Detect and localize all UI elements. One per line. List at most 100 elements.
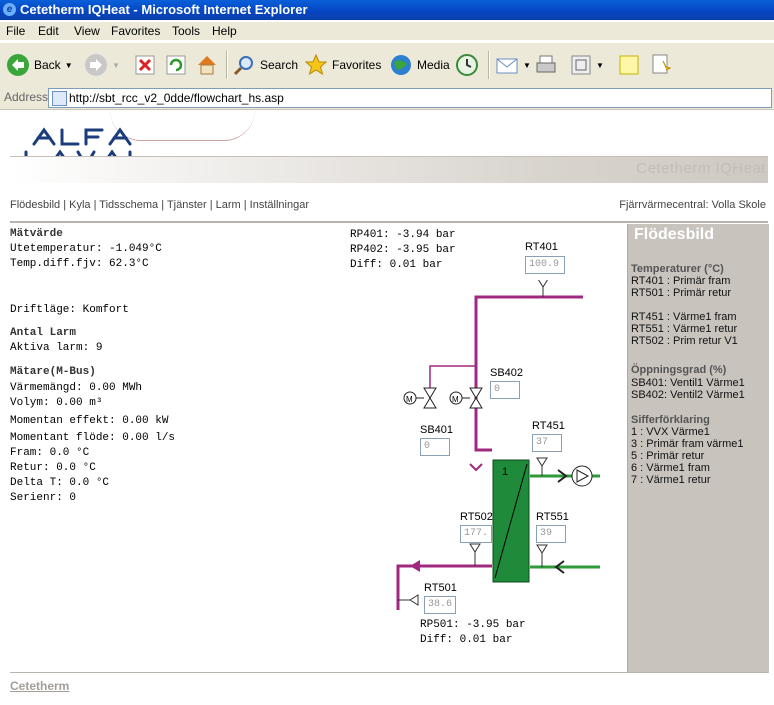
menu-favorites[interactable]: Favorites [111,24,160,38]
rt401-probe-icon [538,280,548,297]
legend-item: RT501 : Primär retur [631,287,732,299]
active-alarms: Aktiva larm: 9 [10,342,103,354]
menu-bar: File Edit View Favorites Tools Help [0,22,774,40]
facility-name: Fjärrvärmecentral: Volla Skole [619,199,766,211]
search-button[interactable]: Search [232,49,298,81]
menu-edit[interactable]: Edit [38,24,59,38]
supply-temp: Fram: 0.0 °C [10,447,90,459]
opening-degree-title: Öppningsgrad (%) [631,364,727,376]
rt401-value: 100.9 [525,256,565,274]
digits-title: Sifferförklaring [631,414,710,426]
refresh-button[interactable] [165,49,187,81]
legend-item: 6 : Värme1 fram [631,462,710,474]
rt551-value: 39 [536,525,566,543]
history-button[interactable] [455,49,479,81]
motor-symbol: M [452,395,459,404]
back-dropdown-icon[interactable]: ▼ [65,61,73,70]
legend-item: RT401 : Primär fram [631,275,731,287]
momentary-power: Momentan effekt: 0.00 kW [10,415,169,427]
momentary-flow: Momentant flöde: 0.00 l/s [10,432,176,444]
media-button[interactable]: Media [389,49,450,81]
edit-dropdown-icon[interactable]: ▼ [596,61,604,70]
mail-dropdown-icon[interactable]: ▼ [523,61,531,70]
menu-tools[interactable]: Tools [172,24,200,38]
heat-quantity: Värmemängd: 0.00 MWh [10,382,143,394]
legend-item: RT502 : Prim retur V1 [631,335,738,347]
footer-divider [10,672,768,673]
main-navigation[interactable]: Flödesbild | Kyla | Tidsschema | Tjänste… [10,199,309,211]
messenger-button[interactable] [649,49,673,81]
heat-exchanger-number: 1 [502,466,508,478]
panel-title: Flödesbild [634,226,714,243]
address-label: Address [4,90,49,104]
edit-button[interactable]: ▼ [570,49,604,81]
outdoor-temp: Utetemperatur: -1.049°C [10,243,162,255]
rp401-readout: RP401: -3.94 bar [350,229,456,241]
favorites-button[interactable]: Favorites [304,49,381,81]
legend-item: SB401: Ventil1 Värme1 [631,377,745,389]
toolbar-separator [488,51,490,79]
alarm-count-title: Antal Larm [10,327,77,339]
favorites-label: Favorites [332,58,382,72]
home-icon [198,56,216,75]
rt501-probe-icon [398,594,419,606]
legend-item: 3 : Primär fram värme1 [631,438,744,450]
search-label: Search [260,58,299,72]
title-bar: e Cetetherm IQHeat - Microsoft Internet … [0,0,774,20]
rp402-readout: RP402: -3.95 bar [350,244,456,256]
divider [10,221,768,223]
legend-item: SB402: Ventil2 Värme1 [631,389,745,401]
mail-icon [496,58,518,74]
home-button[interactable] [195,49,219,81]
stop-icon [135,55,155,75]
print-button[interactable] [534,49,558,81]
rp501-readout: RP501: -3.95 bar [420,619,526,631]
search-icon [233,56,253,76]
legend-item: RT451 : Värme1 fram [631,311,737,323]
back-arrow-icon [7,54,29,76]
valve-sb401-icon [423,387,437,409]
back-button[interactable]: Back ▼ [6,49,73,81]
toolbar-separator [226,51,228,79]
rt501-label: RT501 [424,582,457,594]
menu-file[interactable]: File [6,24,25,38]
star-icon [304,53,328,76]
page-icon [52,91,67,106]
sb402-value: 0 [490,381,520,399]
forward-button[interactable]: ▼ [84,49,120,81]
address-url[interactable]: http://sbt_rcc_v2_0dde/flowchart_hs.asp [69,91,284,105]
legend-item: 7 : Värme1 retur [631,474,711,486]
sb401-value: 0 [420,438,450,456]
menu-view[interactable]: View [74,24,100,38]
cetetherm-logo: Cetetherm [10,679,70,693]
serial-number: Serienr: 0 [10,492,77,504]
rt502-probe-icon [469,543,481,566]
rt451-probe-icon [536,457,548,476]
sb401-label: SB401 [420,424,454,436]
address-input[interactable]: http://sbt_rcc_v2_0dde/flowchart_hs.asp [48,88,772,108]
legend-item: RT551 : Värme1 retur [631,323,738,335]
meter-title: Mätare(M-Bus) [10,366,96,378]
return-temp: Retur: 0.0 °C [10,462,96,474]
refresh-icon [166,55,186,75]
forward-arrow-icon [85,54,107,76]
forward-dropdown-icon[interactable]: ▼ [112,61,120,70]
rt551-label: RT551 [536,511,569,523]
operating-mode: Driftläge: Komfort [10,304,129,316]
legend-item: 5 : Primär retur [631,450,705,462]
delta-t: Delta T: 0.0 °C [10,477,110,489]
edit-icon [571,55,591,75]
rt502-value: 177. [460,525,492,543]
mail-button[interactable]: ▼ [495,49,531,81]
stop-button[interactable] [134,49,156,81]
menu-help[interactable]: Help [212,24,237,38]
flow-arrow-left [410,560,420,572]
brand-title: Cetetherm IQHeat [636,160,766,177]
rt451-label: RT451 [532,420,565,432]
sb402-label: SB402 [490,367,524,379]
ie-icon: e [3,3,16,16]
history-icon [456,54,478,76]
temp-diff: Temp.diff.fjv: 62.3°C [10,258,149,270]
discuss-button[interactable] [617,49,641,81]
printer-icon [536,55,556,73]
